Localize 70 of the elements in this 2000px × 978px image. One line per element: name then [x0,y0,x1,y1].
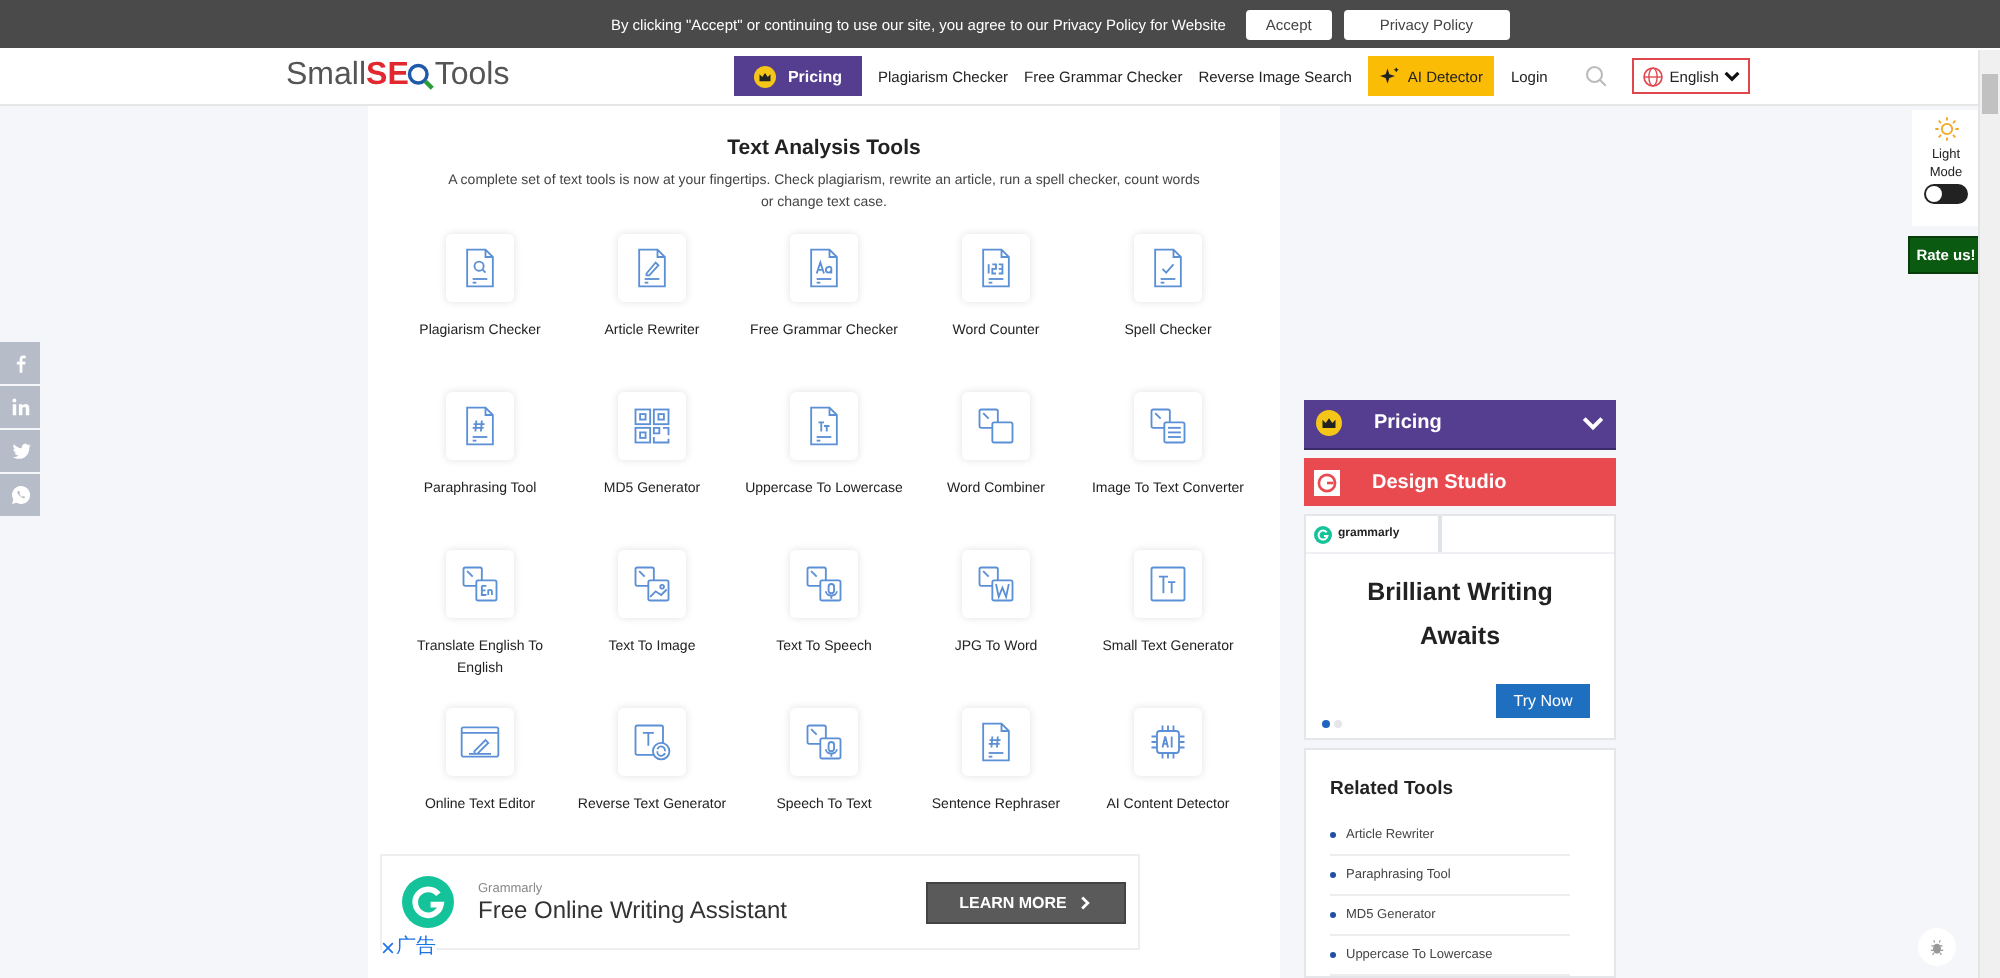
magnifier-icon [406,62,435,90]
tool-icon [630,720,674,765]
tool-icon-tile[interactable] [962,234,1030,303]
carousel-dot[interactable] [1322,720,1330,728]
chevron-down-icon [1724,68,1741,84]
toggle-switch[interactable] [1924,183,1968,204]
crown-icon [1316,410,1342,437]
design-logo-icon [1314,469,1340,496]
tool-icon-tile[interactable] [446,708,514,777]
twitter-icon [9,440,31,462]
logo-text[interactable]: Small [286,58,367,94]
tool-icon-tile[interactable] [1134,708,1202,777]
search-icon[interactable] [1583,64,1608,88]
grammarly-logo-icon [402,876,454,929]
qr-code-icon [630,404,674,449]
sun-icon [1933,116,1959,142]
bug-report-button[interactable] [1917,928,1955,966]
close-icon[interactable] [382,942,394,955]
pricing-button[interactable]: Pricing [734,56,862,96]
ad-headline: Free Online Writing Assistant [478,895,790,924]
section-title: Text Analysis Tools [727,136,921,160]
logo-text[interactable]: Tools [434,58,510,94]
tool-icon-tile[interactable] [790,550,858,619]
bug-icon [1927,938,1945,956]
tool-icon-tile[interactable] [962,392,1030,461]
chevron-down-icon [1582,412,1604,435]
tool-icon-tile[interactable] [618,708,686,777]
tool-icon [802,562,846,607]
linkedin-icon [9,396,31,418]
scrollbar[interactable] [1978,50,2000,978]
tool-icon [1146,404,1190,449]
tool-icon [1146,720,1190,765]
facebook-share-button[interactable] [0,342,40,384]
linkedin-share-button[interactable] [0,386,40,428]
twitter-share-button[interactable] [0,430,40,472]
tool-icon-tile[interactable] [790,234,858,303]
whatsapp-share-button[interactable] [0,474,40,516]
tool-icon-tile[interactable] [790,392,858,461]
grammarly-logo-icon [1314,525,1332,544]
tool-icon-tile[interactable] [962,708,1030,777]
sparkle-icon [1379,66,1400,86]
tool-icon-tile[interactable] [446,550,514,619]
tool-icon-tile[interactable] [446,234,514,303]
tool-icon-tile[interactable] [618,392,686,461]
whatsapp-icon [9,484,31,506]
learn-more-button[interactable]: LEARN MORE [926,881,1126,924]
globe-icon [1641,65,1664,87]
tool-icon-tile[interactable] [1134,550,1202,619]
tool-icon-tile[interactable] [446,392,514,461]
tool-icon-tile[interactable] [790,708,858,777]
logo-text[interactable]: SE [366,58,409,94]
ad-label: 广告 [396,938,436,959]
tool-icon [974,562,1018,607]
tool-icon-tile[interactable] [1134,234,1202,303]
chevron-right-icon [1078,895,1093,910]
related-title: Related Tools [1330,778,1456,800]
tool-icon-tile[interactable] [618,234,686,303]
tool-icon-tile[interactable] [618,550,686,619]
tool-icon [802,720,846,765]
design-studio-button[interactable]: Design Studio [1304,457,1616,507]
tool-icon-tile[interactable] [962,550,1030,619]
tool-icon [458,562,502,607]
tool-icon [1146,562,1190,607]
try-now-button[interactable]: Try Now [1496,684,1590,718]
ad-headline: Brilliant Writing Awaits [1306,552,1614,659]
crown-icon [753,65,776,87]
tool-icon-tile[interactable] [1134,392,1202,461]
tool-icon [974,404,1018,449]
pricing-dropdown[interactable]: Pricing [1304,400,1616,450]
tool-icon [630,562,674,607]
